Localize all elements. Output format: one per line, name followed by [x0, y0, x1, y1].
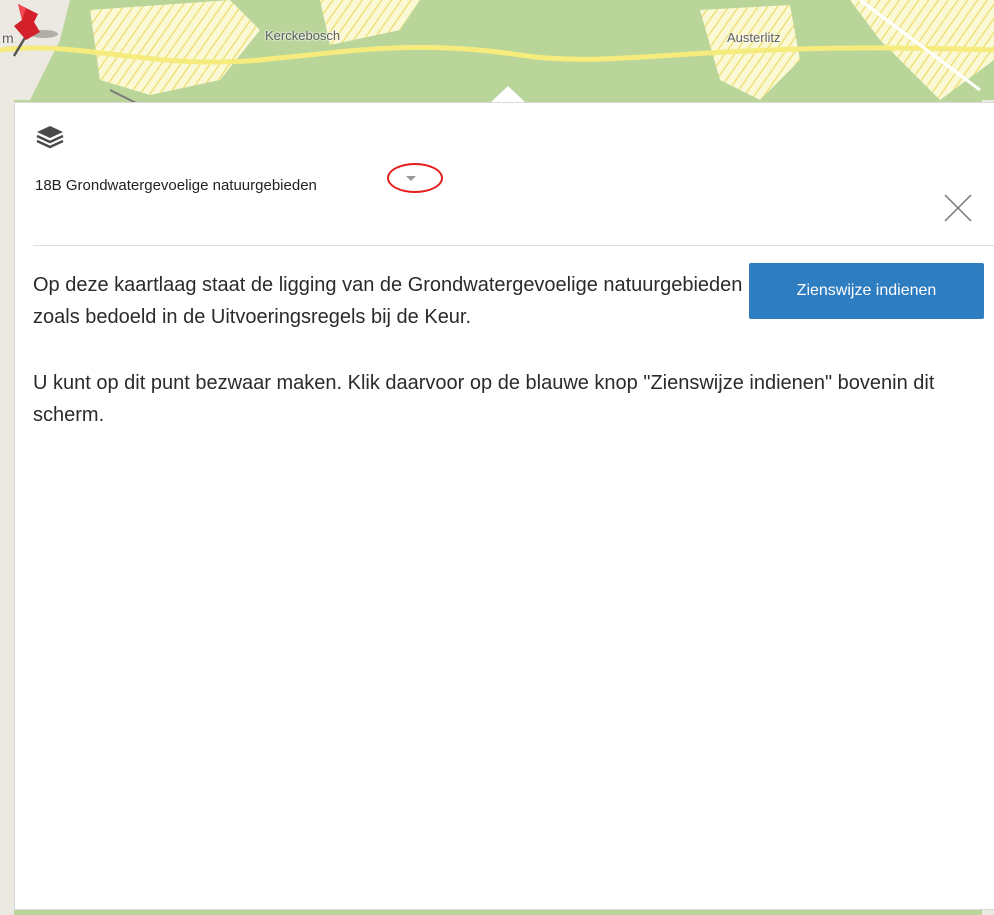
description-paragraph: U kunt op dit punt bezwaar maken. Klik d… [33, 372, 935, 426]
info-popup: 18B Grondwatergevoelige natuurgebieden O… [14, 102, 994, 910]
layer-name-label: 18B Grondwatergevoelige natuurgebieden [35, 177, 317, 194]
map-place-label: Kerckebosch [265, 28, 341, 43]
description-paragraph: Op deze kaartlaag staat de ligging van d… [33, 274, 743, 328]
map-place-label: Austerlitz [727, 30, 781, 45]
pushpin-icon[interactable] [0, 0, 60, 60]
layers-stack-icon [36, 126, 64, 149]
popup-pointer [490, 86, 526, 103]
annotation-highlight-circle [387, 163, 443, 193]
map-left-edge [0, 100, 14, 915]
header-divider [33, 245, 994, 246]
layer-select-dropdown[interactable]: 18B Grondwatergevoelige natuurgebieden [33, 168, 403, 228]
submit-view-button[interactable]: Zienswijze indienen [749, 263, 984, 319]
close-icon[interactable] [941, 191, 975, 225]
